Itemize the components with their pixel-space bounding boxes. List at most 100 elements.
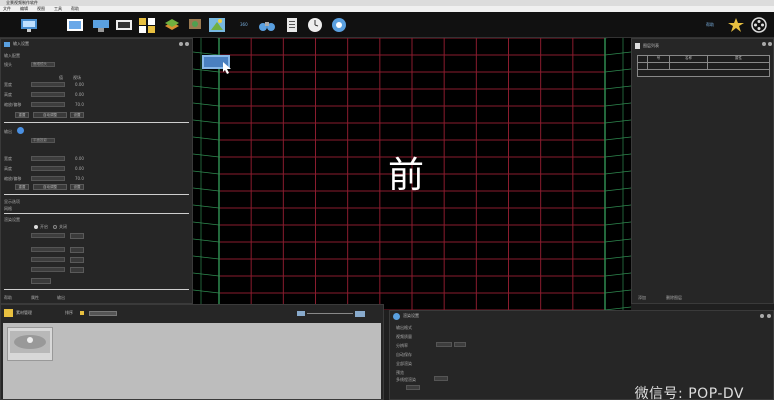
- video-settings-icon[interactable]: [330, 16, 348, 34]
- grid-line: [604, 51, 631, 56]
- footer-item[interactable]: 帮助: [4, 295, 12, 301]
- panel-title: 图层列表: [643, 42, 659, 48]
- radio-off[interactable]: [53, 225, 57, 229]
- reset-button[interactable]: 重置: [15, 112, 29, 118]
- radio-label: 开启: [40, 224, 48, 229]
- option-label[interactable]: 多线程渲染: [396, 377, 416, 383]
- settings-button[interactable]: 设置: [70, 112, 84, 118]
- pin-icon[interactable]: [179, 42, 183, 46]
- media-area[interactable]: [3, 323, 381, 399]
- clipboard-icon[interactable]: [283, 16, 301, 34]
- document-icon: [635, 42, 640, 49]
- grid-line: [604, 119, 631, 124]
- panel-icon: [4, 41, 10, 47]
- zoom-out-icon[interactable]: [297, 311, 305, 316]
- value-field[interactable]: [31, 102, 65, 107]
- close-icon[interactable]: [767, 314, 771, 318]
- info-icon[interactable]: [17, 127, 24, 134]
- media-panel: 素材管理 排序: [0, 304, 384, 400]
- grid-line: [193, 136, 220, 141]
- media-thumbnail[interactable]: [7, 327, 53, 361]
- tile-icon[interactable]: [66, 16, 84, 34]
- settings-button[interactable]: [70, 233, 84, 239]
- add-layer-button[interactable]: 添加: [638, 295, 646, 301]
- render-field[interactable]: [31, 267, 65, 272]
- grid-line: [604, 238, 631, 243]
- option-label[interactable]: 全部渲染: [396, 361, 412, 367]
- grid-line: [193, 221, 220, 226]
- film-reel-icon[interactable]: [750, 16, 768, 34]
- section-subtitle: 网格: [4, 206, 12, 211]
- threads-select[interactable]: [434, 376, 448, 381]
- binoculars-icon[interactable]: [258, 16, 276, 34]
- value-field[interactable]: [31, 166, 65, 171]
- pano-thumbnail-icon[interactable]: [201, 52, 233, 74]
- section-title: 输入配置: [4, 53, 20, 58]
- value-field[interactable]: [31, 156, 65, 161]
- grid-line: [193, 255, 220, 260]
- render-field[interactable]: [31, 247, 65, 252]
- value-field[interactable]: [31, 176, 65, 181]
- lens-select[interactable]: 鱼眼镜头: [31, 62, 55, 67]
- grid-line: [193, 272, 220, 277]
- toolbar: 360 帮助: [0, 12, 774, 38]
- star-icon[interactable]: [727, 16, 745, 34]
- row-label: 缩放/偏移: [4, 102, 22, 107]
- option-label[interactable]: 输出格式: [396, 325, 412, 331]
- value-field[interactable]: [31, 92, 65, 97]
- monitor-add-icon[interactable]: [20, 16, 38, 34]
- settings-button[interactable]: [70, 257, 84, 263]
- sort-select[interactable]: [89, 310, 117, 316]
- resolution-field[interactable]: [454, 342, 466, 347]
- footer-item[interactable]: 输出: [57, 295, 65, 301]
- panorama-icon[interactable]: [92, 16, 110, 34]
- grid-icon[interactable]: [138, 16, 156, 34]
- panorama-viewport[interactable]: 前: [193, 38, 631, 310]
- close-icon[interactable]: [185, 42, 189, 46]
- brush-icon[interactable]: [80, 311, 84, 315]
- auto-adjust-button[interactable]: 自动调整: [33, 112, 67, 118]
- pin-icon[interactable]: [762, 42, 766, 46]
- footer-item[interactable]: 属性: [31, 295, 39, 301]
- apply-button[interactable]: [31, 278, 51, 284]
- table-row[interactable]: [638, 63, 769, 70]
- settings-button[interactable]: [70, 267, 84, 273]
- option-label[interactable]: 自动保存: [396, 352, 412, 358]
- quality-select[interactable]: [406, 385, 420, 390]
- zoom-slider[interactable]: [307, 313, 353, 314]
- delete-layer-button[interactable]: 删除图层: [666, 295, 682, 301]
- reset-button[interactable]: 重置: [15, 184, 29, 190]
- close-icon[interactable]: [768, 42, 772, 46]
- resolution-field[interactable]: [436, 342, 452, 347]
- grid-line: [193, 102, 220, 107]
- radio-on[interactable]: [34, 225, 38, 229]
- paint-icon[interactable]: [186, 16, 204, 34]
- output-select[interactable]: 平面投影: [31, 138, 55, 143]
- lens-label: 镜头: [4, 62, 12, 67]
- value-field[interactable]: [31, 82, 65, 87]
- section-title: 输出: [4, 129, 12, 134]
- zoom-in-icon[interactable]: [355, 311, 365, 317]
- section-title: 显示选项: [4, 199, 20, 204]
- option-label[interactable]: 视频质量: [396, 334, 412, 340]
- grid-line: [193, 238, 220, 243]
- grid-line: [604, 136, 631, 141]
- toolbar-label-right: 帮助: [706, 22, 714, 27]
- clock-icon[interactable]: [306, 16, 324, 34]
- settings-button[interactable]: [70, 247, 84, 253]
- option-label[interactable]: 预览: [396, 370, 404, 376]
- option-label[interactable]: 分辨率: [396, 343, 408, 349]
- pin-icon[interactable]: [760, 314, 764, 318]
- render-field[interactable]: [31, 233, 65, 238]
- pano-viewer-icon[interactable]: [115, 16, 133, 34]
- layers-icon[interactable]: [163, 16, 181, 34]
- auto-adjust-button[interactable]: 自动调整: [33, 184, 67, 190]
- grid-line: [193, 153, 220, 158]
- grid-line: [604, 221, 631, 226]
- grid-line: [604, 272, 631, 277]
- map-icon[interactable]: [208, 16, 226, 34]
- grid-line: [193, 85, 220, 90]
- render-field[interactable]: [31, 257, 65, 262]
- grid-line: [604, 255, 631, 260]
- settings-button[interactable]: 设置: [70, 184, 84, 190]
